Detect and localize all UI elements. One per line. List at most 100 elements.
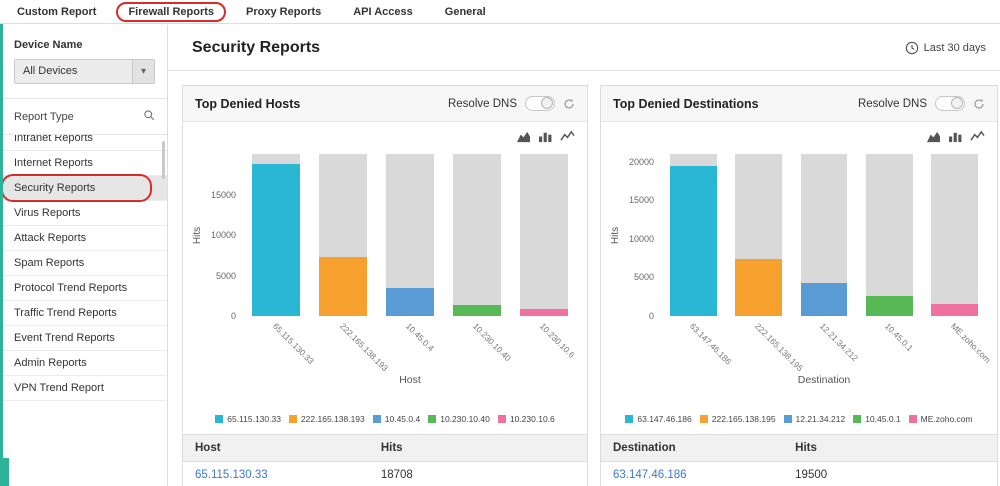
page-header: Security Reports Last 30 days [168,25,1000,71]
background-bar [866,154,913,316]
legend-item-12-21-34-212[interactable]: 12.21.34.212 [784,414,846,424]
bar-chart: Hits05000100001500065.115.130.33222.165.… [183,146,587,386]
legend-label: 12.21.34.212 [796,414,846,424]
bar-slot: 63.147.46.186 [661,154,726,316]
legend-label: 65.115.130.33 [227,414,281,424]
chevron-down-icon[interactable]: ▾ [132,60,154,83]
table-header-row: DestinationHits [601,435,997,462]
table-row: 63.147.46.18619500 [601,462,997,486]
y-tick-label: 20000 [629,157,654,167]
y-tick-label: 5000 [634,272,654,282]
sidebar-item-internet-reports[interactable]: Internet Reports [0,151,167,176]
legend-item-10-45-0-1[interactable]: 10.45.0.1 [853,414,900,424]
legend-label: 10.45.0.1 [865,414,900,424]
x-tick-label: 10.45.0.4 [404,321,436,353]
y-tick-label: 0 [231,311,236,321]
bar-chart-icon[interactable] [948,130,963,143]
bar-chart-icon[interactable] [538,130,553,143]
y-tick-label: 5000 [216,271,236,281]
legend-swatch [289,415,297,423]
bar-10-230-10-6[interactable] [520,309,568,316]
summary-table: HostHits65.115.130.3318708 [183,434,587,486]
chart-type-switcher [601,122,997,146]
sidebar-item-attack-reports[interactable]: Attack Reports [0,226,167,251]
bar-me-zoho-com[interactable] [931,304,978,316]
device-name-label: Device Name [14,39,155,51]
background-bar [931,154,978,316]
resolve-dns-toggle[interactable] [525,96,555,111]
sidebar-item-traffic-trend-reports[interactable]: Traffic Trend Reports [0,301,167,326]
tab-firewall-reports[interactable]: Firewall Reports [126,6,216,18]
device-select[interactable]: All Devices ▾ [14,59,155,84]
legend-item-63-147-46-186[interactable]: 63.147.46.186 [625,414,691,424]
resolve-dns-toggle[interactable] [935,96,965,111]
x-tick-label: 65.115.130.33 [271,321,316,366]
legend-item-10-45-0-4[interactable]: 10.45.0.4 [373,414,420,424]
area-chart-icon[interactable] [926,130,941,143]
sidebar-item-admin-reports[interactable]: Admin Reports [0,351,167,376]
table-header-cell: Hits [369,435,587,461]
legend-item-10-230-10-6[interactable]: 10.230.10.6 [498,414,555,424]
sidebar-item-protocol-trend-reports[interactable]: Protocol Trend Reports [0,276,167,301]
table-cell-link[interactable]: 63.147.46.186 [601,462,783,486]
left-edge-accent [0,24,3,486]
legend-label: 10.230.10.40 [440,414,490,424]
legend-swatch [215,415,223,423]
table-header-cell: Destination [601,435,783,461]
legend-label: ME.zoho.com [921,414,973,424]
legend-swatch [373,415,381,423]
sidebar-item-virus-reports[interactable]: Virus Reports [0,201,167,226]
tab-general[interactable]: General [443,6,488,18]
x-tick-label: 10.230.10.6 [538,321,577,360]
time-range-button[interactable]: Last 30 days [905,41,986,55]
line-chart-icon[interactable] [970,130,985,143]
table-row: 65.115.130.3318708 [183,462,587,486]
sidebar-item-security-reports[interactable]: Security Reports [0,176,167,201]
tab-proxy-reports[interactable]: Proxy Reports [244,6,323,18]
bar-63-147-46-186[interactable] [670,166,717,316]
legend-item-10-230-10-40[interactable]: 10.230.10.40 [428,414,490,424]
legend-item-222-165-138-193[interactable]: 222.165.138.193 [289,414,365,424]
legend-swatch [625,415,633,423]
main-content: Security Reports Last 30 days Top Denied… [168,25,1000,486]
legend-item-222-165-138-195[interactable]: 222.165.138.195 [700,414,776,424]
report-type-header: Report Type [0,99,167,135]
summary-table: DestinationHits63.147.46.18619500 [601,434,997,486]
table-cell-link[interactable]: 65.115.130.33 [183,462,369,486]
legend-item-me-zoho-com[interactable]: ME.zoho.com [909,414,973,424]
bar-65-115-130-33[interactable] [252,164,300,316]
refresh-icon[interactable] [973,98,985,110]
bar-chart: Hits0500010000150002000063.147.46.186222… [601,146,997,386]
bar-222-165-138-195[interactable] [735,259,782,316]
panel-header: Top Denied HostsResolve DNS [183,86,587,122]
legend-label: 222.165.138.195 [712,414,776,424]
bar-slot: 65.115.130.33 [243,154,310,316]
bar-12-21-34-212[interactable] [801,283,848,316]
area-chart-icon[interactable] [516,130,531,143]
sidebar-item-vpn-trend-report[interactable]: VPN Trend Report [0,376,167,401]
legend-label: 10.45.0.4 [385,414,420,424]
panel-top-denied-destinations: Top Denied DestinationsResolve DNSHits05… [600,85,998,486]
app-window: Custom Report Firewall Reports Proxy Repor… [0,0,1000,486]
y-tick-label: 15000 [211,190,236,200]
table-cell-value: 19500 [783,462,997,486]
sidebar-item-spam-reports[interactable]: Spam Reports [0,251,167,276]
bar-222-165-138-193[interactable] [319,257,367,316]
legend-item-65-115-130-33[interactable]: 65.115.130.33 [215,414,281,424]
refresh-icon[interactable] [563,98,575,110]
x-axis-label: Destination [661,374,987,386]
y-axis-label: Hits [192,227,203,244]
line-chart-icon[interactable] [560,130,575,143]
bar-10-230-10-40[interactable] [453,305,501,316]
y-tick-label: 10000 [211,230,236,240]
sidebar-item-intranet-reports[interactable]: Intranet Reports [0,135,167,151]
table-cell-value: 18708 [369,462,587,486]
clock-icon [905,41,919,55]
bar-10-45-0-4[interactable] [386,288,434,316]
sidebar-item-event-trend-reports[interactable]: Event Trend Reports [0,326,167,351]
scrollbar-thumb[interactable] [162,141,165,179]
search-icon[interactable] [143,109,155,124]
bar-10-45-0-1[interactable] [866,296,913,316]
tab-custom-report[interactable]: Custom Report [15,6,98,18]
tab-api-access[interactable]: API Access [351,6,415,18]
